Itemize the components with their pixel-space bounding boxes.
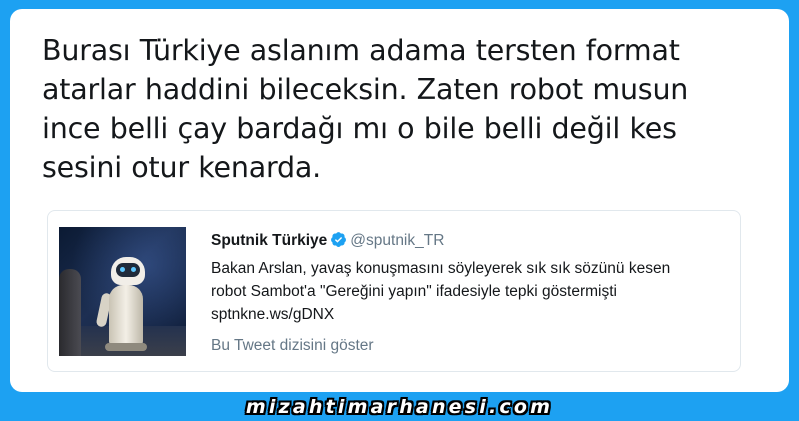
quoted-tweet[interactable]: Sputnik Türkiye @sputnik_TR Bakan Arslan,… [47, 210, 741, 372]
robot-base [105, 343, 147, 351]
tweet-text: Burası Türkiye aslanım adama tersten for… [42, 31, 762, 187]
robot-eye-right [131, 267, 136, 272]
robot-body [109, 285, 143, 347]
author-handle[interactable]: @sputnik_TR [350, 232, 444, 249]
robot-eye-left [120, 267, 125, 272]
quoted-tweet-text: Bakan Arslan, yavaş konuşmasını söyleyer… [211, 257, 731, 326]
author-name[interactable]: Sputnik Türkiye [211, 232, 327, 249]
quoted-tweet-header: Sputnik Türkiye @sputnik_TR [211, 231, 444, 254]
tweet-text-line: atarlar haddini bileceksin. Zaten robot … [42, 73, 689, 106]
quoted-text-line: Bakan Arslan, yavaş konuşmasını söyleyer… [211, 260, 671, 277]
tweet-text-line: Burası Türkiye aslanım adama tersten for… [42, 34, 680, 67]
quoted-text-line: robot Sambot'a "Gereğini yapın" ifadesiy… [211, 283, 617, 300]
tweet-card: Burası Türkiye aslanım adama tersten for… [10, 9, 789, 392]
tweet-text-line: ince belli çay bardağı mı o bile belli d… [42, 112, 677, 145]
verified-badge-icon [330, 231, 347, 254]
quoted-tweet-media[interactable] [59, 227, 186, 356]
watermark-text: mizahtimarhanesi.com [245, 396, 554, 418]
media-person [59, 269, 81, 356]
quoted-link[interactable]: sptnkne.ws/gDNX [211, 303, 731, 326]
show-thread-link[interactable]: Bu Tweet dizisini göster [211, 336, 374, 356]
tweet-text-line: sesini otur kenarda. [42, 151, 322, 184]
